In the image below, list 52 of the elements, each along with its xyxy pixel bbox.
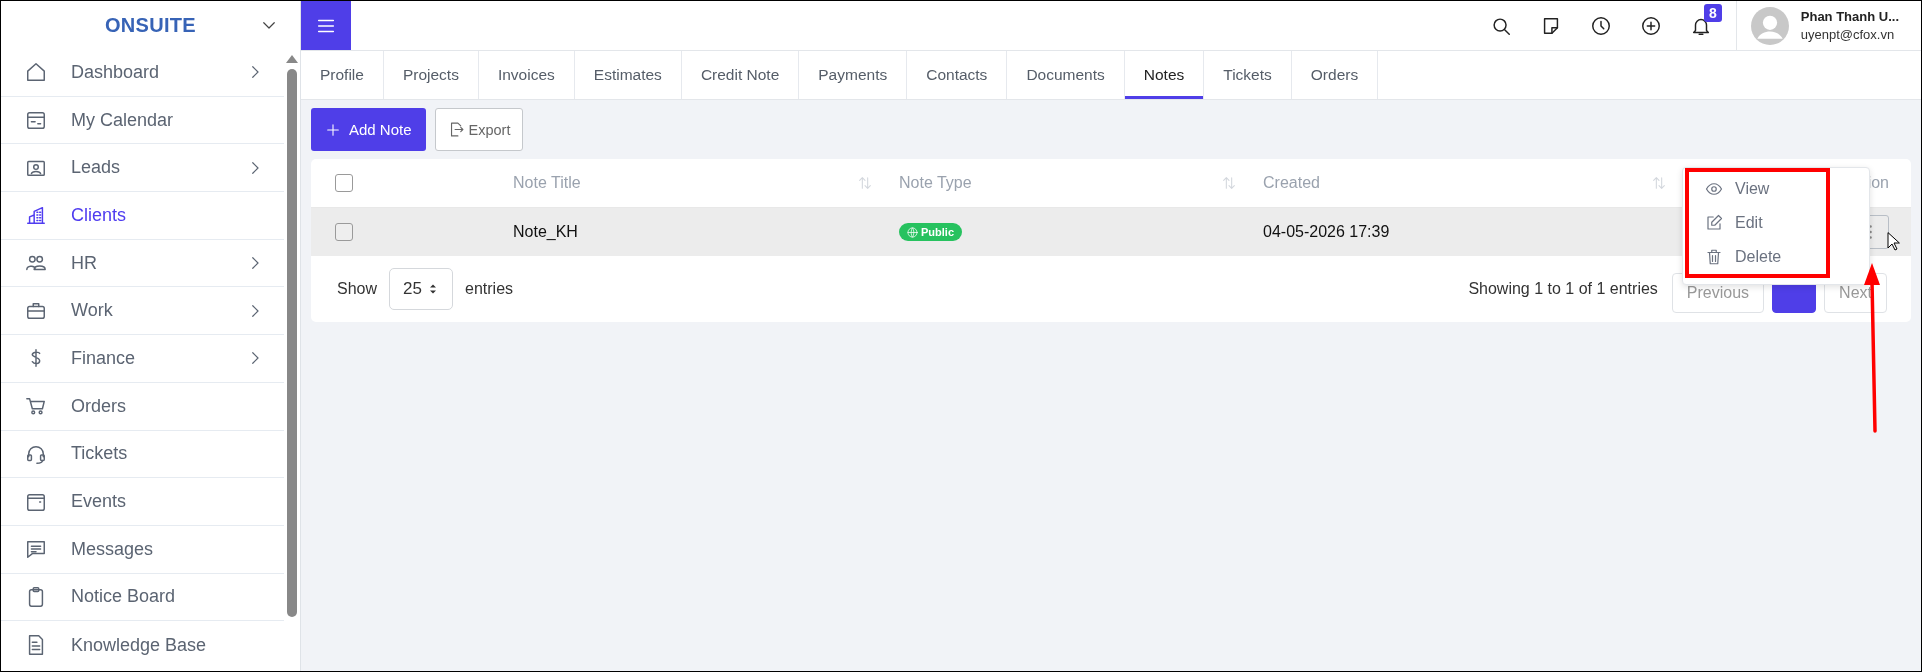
menu-button[interactable] — [301, 1, 351, 50]
sidebar-item[interactable]: Notice Board — [1, 573, 284, 622]
table-cell: Note_KH — [513, 223, 578, 241]
sidebar-item[interactable]: Work — [1, 287, 284, 336]
user-name: Phan Thanh U... — [1800, 9, 1899, 24]
notification-badge: 8 — [1703, 3, 1722, 22]
user-email: uyenpt@cfox.vn — [1800, 27, 1896, 42]
table-cell: 04-05-2026 17:39 — [1263, 223, 1390, 241]
sidebar-item[interactable]: Knowledge Base — [1, 621, 284, 669]
sidebar-item[interactable]: HR — [1, 239, 284, 288]
row-checkbox[interactable] — [335, 223, 353, 241]
avatar-icon — [1750, 6, 1789, 45]
buildings-icon — [25, 204, 47, 227]
export-button[interactable]: Export — [434, 108, 524, 151]
entries-summary: Showing 1 to 1 of 1 entries — [1468, 280, 1658, 298]
sidebar-item[interactable]: Messages — [1, 525, 284, 574]
globe-icon — [907, 226, 918, 238]
message-icon — [25, 538, 47, 561]
menu-item[interactable]: Delete — [1689, 240, 1826, 274]
house-icon — [25, 61, 47, 84]
sidebar-item[interactable]: Tickets — [1, 430, 284, 479]
sidebar-item[interactable]: Dashboard — [1, 49, 284, 97]
sort-icon — [1651, 175, 1667, 191]
brand-logo: ONSUITE — [105, 13, 196, 37]
eye-icon — [1705, 180, 1723, 198]
sidebar-item[interactable]: Clients — [1, 192, 284, 240]
edit-icon — [1705, 214, 1723, 232]
cursor-icon — [1887, 232, 1901, 252]
menu-item[interactable]: Edit — [1689, 206, 1826, 240]
public-badge: Public — [899, 223, 962, 241]
notifications-button[interactable]: 8 — [1675, 5, 1726, 46]
sidebar-item[interactable]: Leads — [1, 144, 284, 193]
sort-icon — [1221, 175, 1237, 191]
select-all-checkbox[interactable] — [335, 174, 353, 192]
page-size-select[interactable]: 25 — [389, 268, 454, 310]
sidebar-item[interactable]: Events — [1, 478, 284, 526]
add-note-button[interactable]: Add Note — [311, 108, 426, 151]
trash-icon — [1705, 248, 1723, 266]
sort-caret-icon — [427, 282, 439, 296]
plus-icon — [325, 121, 341, 138]
sidebar-item[interactable]: Finance — [1, 335, 284, 383]
sort-icon — [857, 175, 873, 191]
sidebar-item[interactable]: My Calendar — [1, 96, 284, 145]
scrollbar-thumb[interactable] — [287, 69, 297, 617]
calendar-icon — [25, 109, 47, 132]
menu-item[interactable]: View — [1689, 172, 1826, 206]
plus-circle-icon — [1639, 14, 1662, 37]
tab[interactable]: Notes — [1124, 51, 1205, 99]
sidebar-item[interactable]: Orders — [1, 382, 284, 431]
show-label: Show — [337, 280, 378, 298]
entries-label: entries — [465, 280, 514, 298]
clock-icon — [1589, 14, 1612, 37]
